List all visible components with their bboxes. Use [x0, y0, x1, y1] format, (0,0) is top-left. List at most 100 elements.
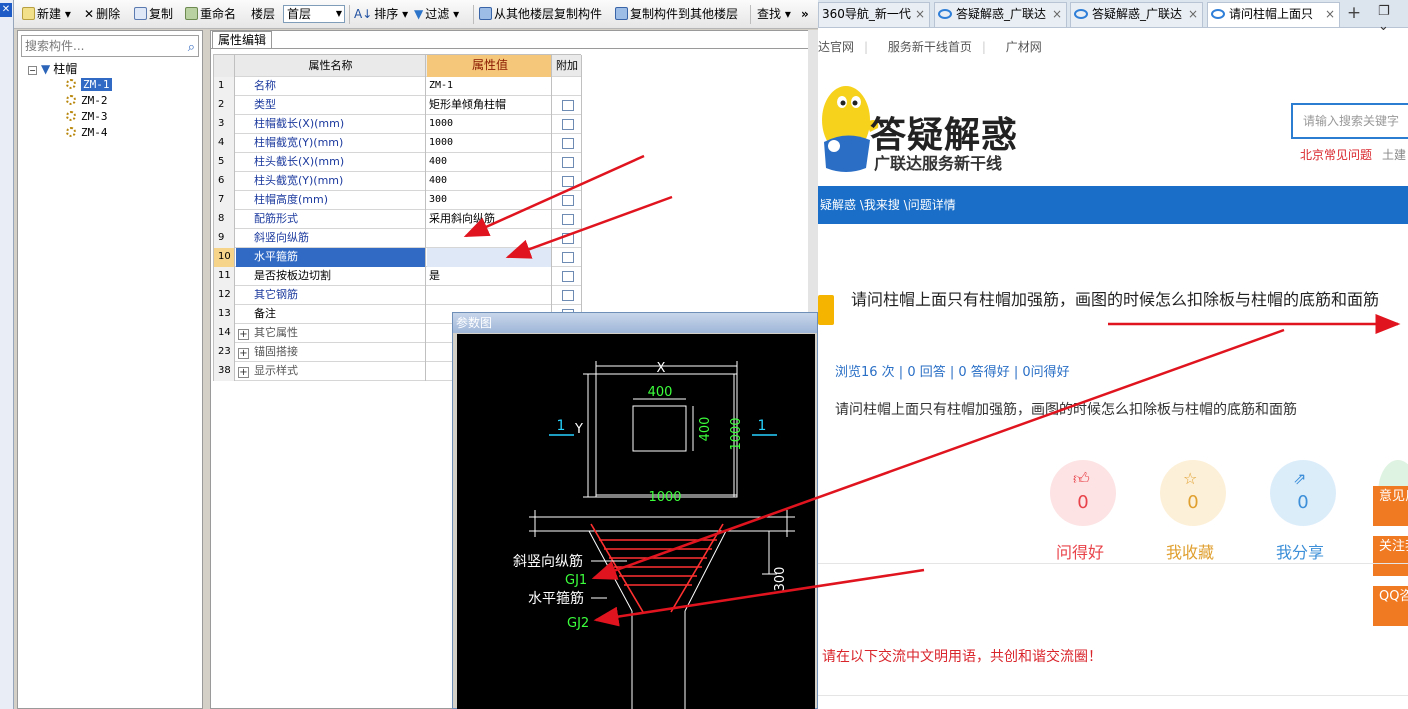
expand-icon[interactable]: + — [238, 348, 249, 359]
component-tree-panel: 搜索构件... ⌕ − ▼ 柱帽 ZM-1 ZM-2 ZM-3 ZM-4 — [17, 30, 203, 709]
hot-link-beijing[interactable]: 北京常见问题 — [1300, 148, 1372, 162]
property-name: 柱头截长(X)(mm) — [254, 155, 345, 168]
copy-from-floor-button[interactable]: 从其他楼层复制构件 — [479, 6, 602, 23]
extra-checkbox[interactable] — [562, 157, 574, 168]
qq-consult-button[interactable]: QQ咨询 — [1373, 586, 1408, 626]
close-icon[interactable]: × — [1188, 3, 1198, 26]
hot-link-civil[interactable]: 土建 — [1382, 148, 1406, 162]
rebar-hatch — [590, 523, 724, 613]
collapse-icon[interactable]: − — [28, 66, 37, 75]
property-value[interactable]: 400 — [427, 172, 552, 191]
copy-button[interactable]: 复制 — [134, 6, 173, 23]
nav-link-official[interactable]: 达官网 — [818, 40, 854, 54]
nav-link-home[interactable]: 服务新干线首页 — [888, 40, 972, 54]
row-number: 14 — [214, 324, 235, 343]
property-row[interactable]: 6 柱头截宽(Y)(mm) 400 — [214, 172, 582, 191]
delete-button[interactable]: ✕ 删除 — [84, 6, 120, 23]
extra-checkbox[interactable] — [562, 271, 574, 282]
property-row[interactable]: 4 柱帽截宽(Y)(mm) 1000 — [214, 134, 582, 153]
tree-item-zm-2[interactable]: ZM-2 — [66, 93, 108, 109]
follow-us-button[interactable]: 关注我们 — [1373, 536, 1408, 576]
property-row[interactable]: 7 柱帽高度(mm) 300 — [214, 191, 582, 210]
property-value[interactable]: 300 — [427, 191, 552, 210]
browser-tab-2[interactable]: 答疑解惑_广联达 × — [934, 2, 1067, 27]
property-value[interactable]: 矩形单倾角柱帽 — [427, 96, 552, 115]
property-row[interactable]: 1 名称 ZM-1 — [214, 77, 582, 96]
extra-checkbox[interactable] — [562, 252, 574, 263]
property-value[interactable]: 是 — [427, 267, 552, 286]
extra-checkbox[interactable] — [562, 119, 574, 130]
extra-checkbox[interactable] — [562, 138, 574, 149]
property-row[interactable]: 3 柱帽截长(X)(mm) 1000 — [214, 115, 582, 134]
close-icon[interactable]: × — [1325, 3, 1335, 26]
tree-item-zm-4[interactable]: ZM-4 — [66, 125, 108, 141]
restore-window-icon[interactable]: ❐ ⌄ — [1378, 4, 1404, 34]
floor-select[interactable]: 首层 ▼ — [283, 5, 345, 23]
feedback-button[interactable]: 意见反馈 — [1373, 486, 1408, 526]
cap-right-slope — [684, 530, 727, 612]
extra-checkbox[interactable] — [562, 176, 574, 187]
funnel-icon: ▼ — [41, 62, 51, 76]
share-button[interactable]: ⇗ 0 — [1270, 460, 1336, 526]
floor-label: 楼层 — [251, 7, 276, 21]
extra-checkbox[interactable] — [562, 195, 574, 206]
property-row[interactable]: 2 类型 矩形单倾角柱帽 — [214, 96, 582, 115]
favorite-button[interactable]: ☆ 0 — [1160, 460, 1226, 526]
extra-checkbox[interactable] — [562, 100, 574, 111]
property-value[interactable] — [427, 248, 552, 267]
new-tab-button[interactable]: + — [1343, 2, 1365, 26]
property-value[interactable]: 1000 — [427, 134, 552, 153]
property-value[interactable]: 400 — [427, 153, 552, 172]
nav-link-materials[interactable]: 广材网 — [1006, 40, 1042, 54]
property-value[interactable] — [427, 286, 552, 305]
property-row[interactable]: 11 是否按板边切割 是 — [214, 267, 582, 286]
header-extra: 附加 — [553, 55, 582, 77]
ie-icon — [1211, 9, 1225, 19]
extra-checkbox[interactable] — [562, 290, 574, 301]
property-value[interactable]: ZM-1 — [427, 77, 552, 96]
copy-to-floor-button[interactable]: 复制构件到其他楼层 — [615, 6, 738, 23]
close-icon[interactable]: × — [915, 3, 925, 26]
property-row[interactable]: 12 其它钢筋 — [214, 286, 582, 305]
tree-item-zm-1[interactable]: ZM-1 — [66, 77, 112, 93]
question-body: 请问柱帽上面只有柱帽加强筋，画图的时候怎么扣除板与柱帽的底筋和面筋 — [835, 402, 1297, 418]
row-number: 3 — [214, 115, 235, 134]
property-extra-cell — [553, 96, 582, 115]
search-icon[interactable]: ⌕ — [188, 38, 195, 58]
sort-button[interactable]: A↓ 排序 ▾ — [354, 6, 408, 23]
property-value[interactable] — [427, 229, 552, 248]
filter-button[interactable]: ▼ 过滤 ▾ — [414, 6, 459, 23]
tree-root[interactable]: − ▼ 柱帽 — [28, 61, 77, 77]
civility-notice: 请在以下交流中文明用语，共创和谐交流圈！ — [822, 649, 1102, 665]
row-number: 11 — [214, 267, 235, 286]
property-row[interactable]: 9 斜竖向纵筋 — [214, 229, 582, 248]
expand-icon[interactable]: + — [238, 367, 249, 378]
tree-item-zm-3[interactable]: ZM-3 — [66, 109, 108, 125]
toolbar-divider — [750, 5, 751, 24]
component-search-input[interactable]: 搜索构件... ⌕ — [21, 35, 199, 57]
outer-height-label: 1000 — [729, 417, 744, 450]
property-row[interactable]: 8 配筋形式 采用斜向纵筋 — [214, 210, 582, 229]
property-value[interactable]: 采用斜向纵筋 — [427, 210, 552, 229]
new-button[interactable]: 新建 ▾ — [22, 6, 71, 23]
property-value[interactable]: 1000 — [427, 115, 552, 134]
site-logo-subtitle: 广联达服务新干线 — [874, 154, 1003, 173]
close-icon[interactable]: × — [1052, 3, 1062, 26]
find-button[interactable]: 查找 ▾ — [757, 6, 791, 23]
expand-icon[interactable]: + — [238, 329, 249, 340]
toolbar-overflow-button[interactable]: » — [801, 6, 809, 23]
like-button[interactable]: 👍︎ 0 — [1050, 460, 1116, 526]
property-extra-cell — [553, 134, 582, 153]
browser-tab-1[interactable]: 360导航_新一代 × — [818, 2, 930, 27]
site-search-input[interactable]: 请输入搜索关键字 — [1291, 103, 1408, 139]
property-row[interactable]: 10 水平箍筋 — [214, 248, 582, 267]
property-name: 配筋形式 — [254, 212, 298, 225]
extra-checkbox[interactable] — [562, 233, 574, 244]
rename-button[interactable]: 重命名 — [185, 6, 236, 23]
browser-tab-3[interactable]: 答疑解惑_广联达 × — [1070, 2, 1203, 27]
tab-property-edit[interactable]: 属性编辑 — [212, 31, 272, 49]
browser-tab-4-active[interactable]: 请问柱帽上面只 × — [1207, 2, 1340, 27]
property-row[interactable]: 5 柱头截长(X)(mm) 400 — [214, 153, 582, 172]
close-icon[interactable]: ✕ — [0, 3, 12, 17]
extra-checkbox[interactable] — [562, 214, 574, 225]
